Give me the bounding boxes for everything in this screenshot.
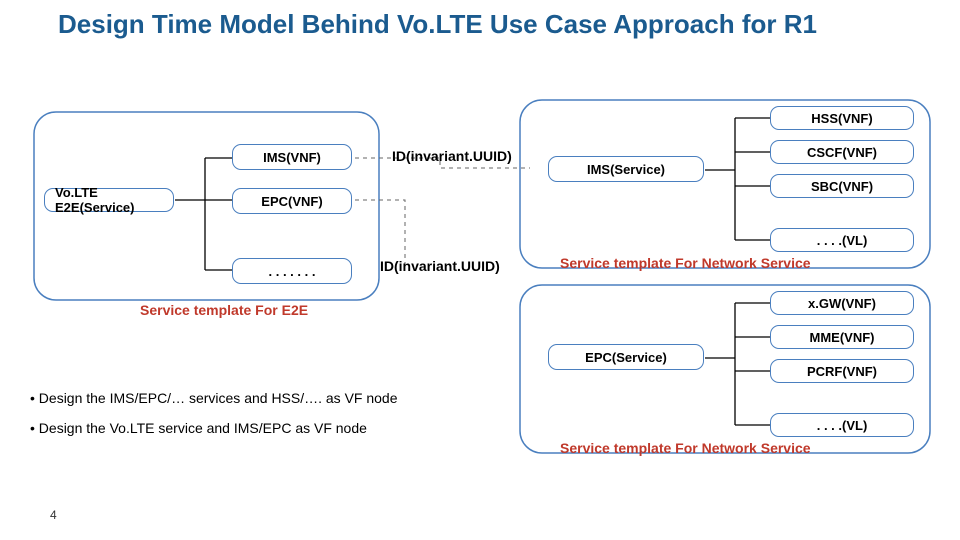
label-service-template-network-epc: Service template For Network Service [560, 440, 811, 456]
node-pcrf-vnf: PCRF(VNF) [770, 359, 914, 383]
page-number: 4 [50, 508, 57, 522]
page-title: Design Time Model Behind Vo.LTE Use Case… [58, 10, 900, 40]
node-volte-e2e-service: Vo.LTE E2E(Service) [44, 188, 174, 212]
node-cscf-vnf: CSCF(VNF) [770, 140, 914, 164]
bullet-list: • Design the IMS/EPC/… services and HSS/… [30, 390, 398, 450]
label-service-template-network-ims: Service template For Network Service [560, 255, 811, 271]
node-ims-vl: . . . .(VL) [770, 228, 914, 252]
node-epc-vl: . . . .(VL) [770, 413, 914, 437]
bullet-2: • Design the Vo.LTE service and IMS/EPC … [30, 420, 398, 436]
node-ims-service: IMS(Service) [548, 156, 704, 182]
label-id-invariant-uuid-2: ID(invariant.UUID) [380, 258, 500, 274]
node-hss-vnf: HSS(VNF) [770, 106, 914, 130]
label-service-template-e2e: Service template For E2E [140, 302, 308, 318]
node-ims-vnf: IMS(VNF) [232, 144, 352, 170]
node-mme-vnf: MME(VNF) [770, 325, 914, 349]
label-id-invariant-uuid-1: ID(invariant.UUID) [392, 148, 512, 164]
node-epc-service: EPC(Service) [548, 344, 704, 370]
node-xgw-vnf: x.GW(VNF) [770, 291, 914, 315]
bullet-1: • Design the IMS/EPC/… services and HSS/… [30, 390, 398, 406]
node-epc-vnf: EPC(VNF) [232, 188, 352, 214]
spacer-ims [770, 195, 914, 219]
node-more-dots: . . . . . . . [232, 258, 352, 284]
